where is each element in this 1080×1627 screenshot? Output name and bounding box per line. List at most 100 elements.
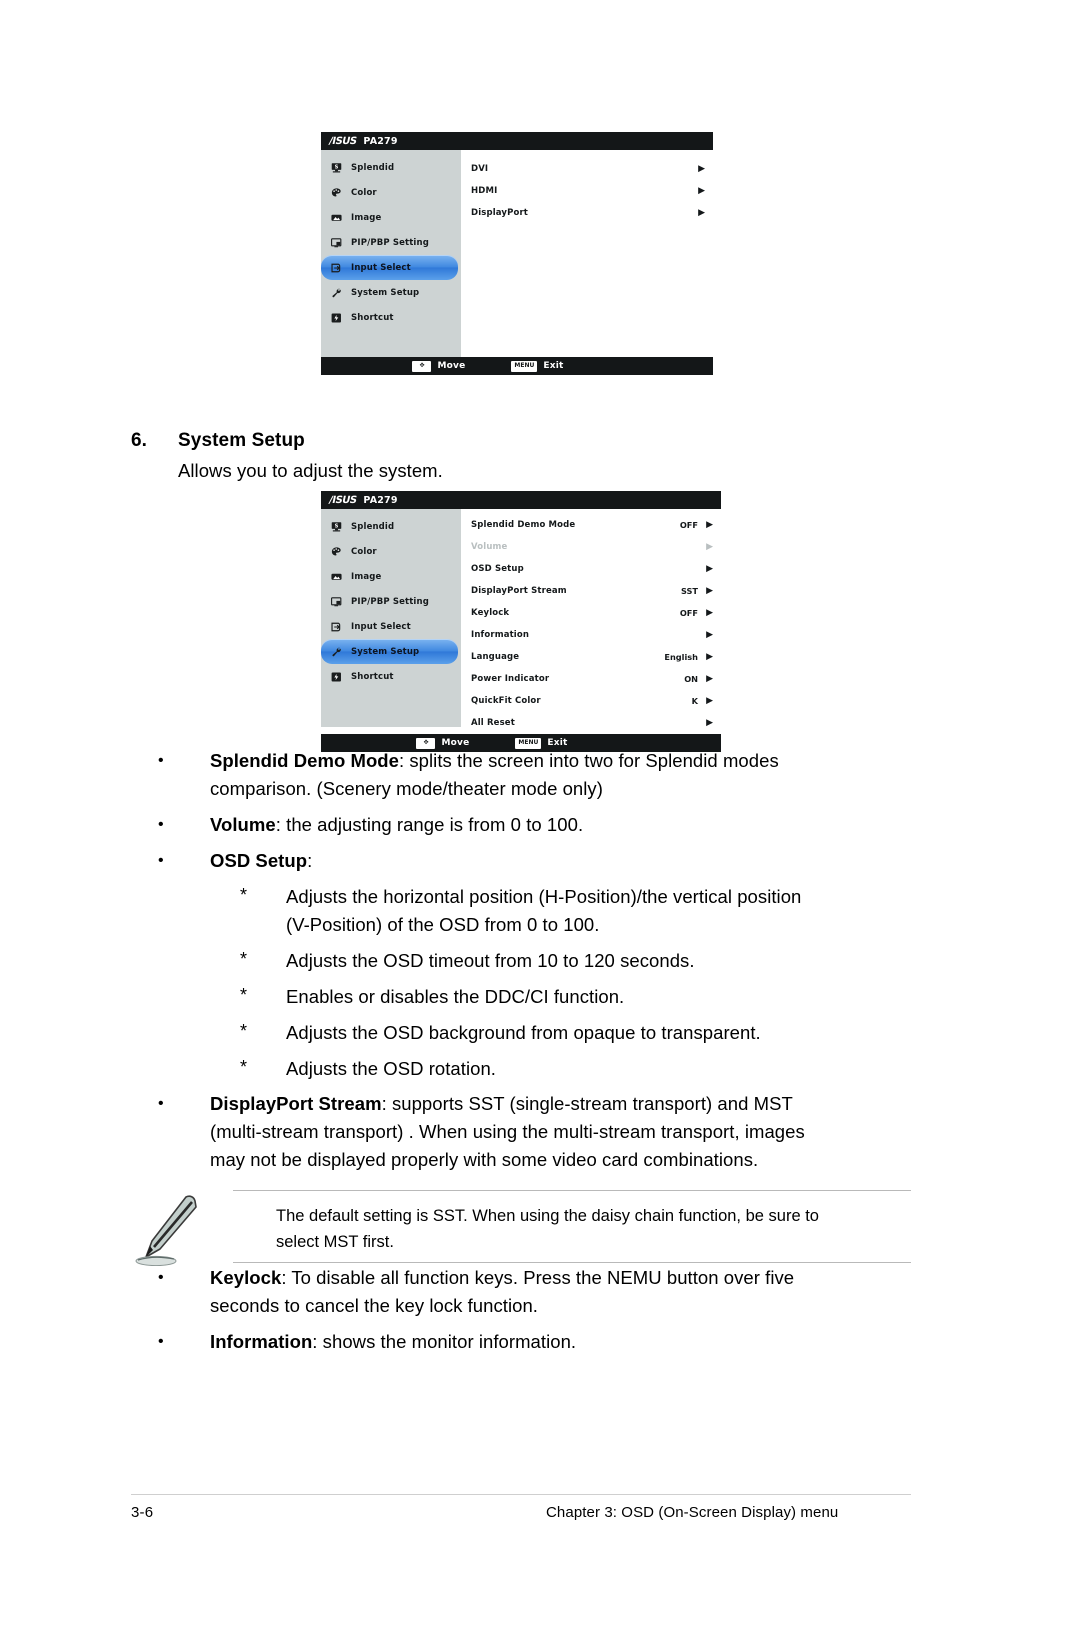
chevron-right-icon: ▶ [698, 163, 705, 174]
osd-option-hdmi[interactable]: HDMI ▶ [461, 180, 713, 202]
asus-logo: /ISUS [327, 494, 358, 506]
osd-sidebar-item-color[interactable]: Color [321, 180, 461, 205]
term-volume: Volume [210, 814, 276, 835]
osd-option-volume: Volume ▶ [461, 536, 721, 558]
osd-sidebar-item-splendid[interactable]: S Splendid [321, 514, 461, 539]
osd-option-label: Language [471, 652, 520, 662]
note-bottom-rule [233, 1262, 911, 1263]
osd-sidebar-item-image[interactable]: Image [321, 205, 461, 230]
osd-options-pane: Splendid Demo Mode OFF ▶ Volume ▶ OSD Setup ▶ D… [461, 509, 721, 734]
osd-option-label: Information [471, 630, 530, 640]
chevron-right-icon: ▶ [706, 541, 713, 552]
osd-sidebar-item-label: System Setup [351, 646, 420, 657]
term-information: Information [210, 1331, 313, 1352]
osd-option-value: K [691, 696, 698, 706]
bullet-marker: • [158, 1269, 164, 1286]
term-osd-setup: OSD Setup [210, 850, 308, 871]
bullet-splendid-demo-mode-line1: Splendid Demo Mode: splits the screen in… [210, 747, 910, 775]
chapter-label: Chapter 3: OSD (On-Screen Display) menu [546, 1504, 839, 1521]
osd-sidebar-item-input-select[interactable]: Input Select [321, 614, 461, 639]
osd-sidebar-item-label: PIP/PBP Setting [351, 237, 429, 248]
osd-option-label: Keylock [471, 608, 510, 618]
shortcut-icon [331, 671, 342, 682]
osd-sidebar-item-label: PIP/PBP Setting [351, 596, 429, 607]
osd-sidebar-item-color[interactable]: Color [321, 539, 461, 564]
chevron-right-icon: ▶ [706, 607, 713, 618]
sub-bullet-marker: * [240, 1021, 248, 1041]
pip-pbp-icon [331, 237, 342, 248]
note-line-1: The default setting is SST. When using t… [276, 1207, 819, 1225]
bullet-marker: • [158, 852, 164, 869]
osd-sidebar-item-system-setup[interactable]: System Setup [321, 639, 458, 664]
osd-option-displayport[interactable]: DisplayPort ▶ [461, 202, 713, 224]
osd-sidebar-item-shortcut[interactable]: Shortcut [321, 664, 461, 689]
osd-exit-hint: MENU Exit [511, 360, 563, 372]
osd-sidebar-item-label: Image [351, 212, 382, 223]
bullet-information: Information: shows the monitor informati… [210, 1328, 930, 1356]
bullet-keylock-line2: seconds to cancel the key lock function. [210, 1295, 538, 1316]
bullet-osd-setup: OSD Setup: [210, 847, 910, 875]
osd-sidebar-item-system-setup[interactable]: System Setup [321, 280, 461, 305]
section-title: System Setup [178, 430, 305, 451]
osd-option-label: Splendid Demo Mode [471, 520, 576, 530]
osd-option-osd-setup[interactable]: OSD Setup ▶ [461, 558, 721, 580]
move-label: Move [437, 361, 466, 371]
chevron-right-icon: ▶ [706, 651, 713, 662]
osd-sidebar-item-image[interactable]: Image [321, 564, 461, 589]
osd-sidebar-item-shortcut[interactable]: Shortcut [321, 305, 461, 330]
osd-option-information[interactable]: Information ▶ [461, 624, 721, 646]
osd-menu-input-select: /ISUS PA279 S Splendid Color Image PIP/PBP S… [321, 132, 713, 375]
osd-option-label: Power Indicator [471, 674, 550, 684]
osd-menu-system-setup: /ISUS PA279 S Splendid Color Image PIP/PBP S… [321, 491, 721, 752]
osd-option-quickfit-color[interactable]: QuickFit Color K ▶ [461, 690, 721, 712]
asus-logo: /ISUS [327, 135, 358, 147]
osd-sidebar-item-input-select[interactable]: Input Select [321, 255, 458, 280]
osd-option-all-reset[interactable]: All Reset ▶ [461, 712, 721, 734]
chevron-right-icon: ▶ [698, 185, 705, 196]
input-icon [331, 262, 342, 273]
osd-footer-bar: ✥ Move MENU Exit [321, 357, 713, 375]
bullet-displayport-stream-line2: (multi-stream transport) . When using th… [210, 1121, 805, 1142]
palette-icon [331, 187, 342, 198]
osd-sidebar-item-label: Image [351, 571, 382, 582]
osd-option-value: ON [684, 674, 698, 684]
osd-option-splendid-demo-mode[interactable]: Splendid Demo Mode OFF ▶ [461, 514, 721, 536]
bullet-text: : supports SST (single-stream transport)… [381, 1093, 793, 1114]
bullet-keylock-line1: Keylock: To disable all function keys. P… [210, 1264, 930, 1292]
document-page: /ISUS PA279 S Splendid Color Image PIP/PBP S… [0, 0, 1080, 1627]
osd-option-value: OFF [679, 608, 698, 618]
osd-sidebar-item-pip-pbp-setting[interactable]: PIP/PBP Setting [321, 230, 461, 255]
osd-option-keylock[interactable]: Keylock OFF ▶ [461, 602, 721, 624]
osd-body: S Splendid Color Image PIP/PBP Setting Input … [321, 150, 713, 357]
osd-option-label: QuickFit Color [471, 696, 541, 706]
monitor-model: PA279 [363, 135, 398, 147]
bullet-splendid-demo-mode-line2: comparison. (Scenery mode/theater mode o… [210, 778, 603, 799]
chevron-right-icon: ▶ [706, 585, 713, 596]
osd-option-power-indicator[interactable]: Power Indicator ON ▶ [461, 668, 721, 690]
osd-sidebar-item-pip-pbp-setting[interactable]: PIP/PBP Setting [321, 589, 461, 614]
sub-bullet-2-line1: Enables or disables the DDC/CI function. [286, 986, 625, 1007]
sub-bullet-0-line1: Adjusts the horizontal position (H-Posit… [286, 886, 802, 907]
page-number: 3-6 [131, 1504, 154, 1521]
osd-option-displayport-stream[interactable]: DisplayPort Stream SST ▶ [461, 580, 721, 602]
osd-sidebar-item-splendid[interactable]: S Splendid [321, 155, 461, 180]
bullet-text: : shows the monitor information. [312, 1331, 577, 1352]
monitor-model: PA279 [363, 494, 398, 506]
chevron-right-icon: ▶ [706, 563, 713, 574]
osd-sidebar: S Splendid Color Image PIP/PBP Setting Input … [321, 509, 461, 727]
osd-sidebar-item-label: Shortcut [351, 312, 394, 323]
osd-option-label: DisplayPort [471, 208, 529, 218]
bullet-displayport-stream-line1: DisplayPort Stream: supports SST (single… [210, 1090, 930, 1118]
chevron-right-icon: ▶ [706, 519, 713, 530]
chevron-right-icon: ▶ [706, 629, 713, 640]
sub-bullet-marker: * [240, 1057, 248, 1077]
osd-title-bar: /ISUS PA279 [321, 132, 713, 150]
osd-option-language[interactable]: Language English ▶ [461, 646, 721, 668]
osd-option-label: OSD Setup [471, 564, 524, 574]
osd-option-dvi[interactable]: DVI ▶ [461, 158, 713, 180]
bullet-displayport-stream-line3: may not be displayed properly with some … [210, 1149, 759, 1170]
osd-option-value: English [664, 652, 698, 662]
wrench-icon [331, 646, 342, 657]
osd-body: S Splendid Color Image PIP/PBP Setting Input … [321, 509, 721, 734]
move-key-icon: ✥ [412, 360, 432, 372]
